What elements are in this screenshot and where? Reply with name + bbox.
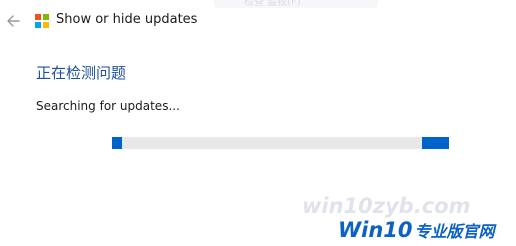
title-bar: Show or hide updates 检查 监视(F): [0, 0, 516, 44]
progress-bar: [112, 137, 449, 149]
progress-segment-right: [422, 137, 449, 149]
page-heading: 正在检测问题: [36, 64, 127, 82]
faded-toolbar-text: 检查 监视(F): [244, 0, 301, 8]
status-text: Searching for updates...: [36, 99, 180, 113]
back-button[interactable]: [6, 12, 22, 30]
watermark-brand-main: Win10: [338, 218, 413, 242]
progress-segment-left: [112, 137, 122, 149]
faded-toolbar-region: 检查 监视(F): [214, 0, 378, 8]
window-title: Show or hide updates: [56, 12, 198, 27]
watermark-brand-sub: 专业版官网: [414, 222, 495, 241]
watermark-brand: Win10 专业版官网: [338, 218, 495, 244]
microsoft-logo-icon: [35, 14, 49, 28]
back-arrow-icon: [7, 15, 20, 27]
watermark-url: win10zyb.com: [302, 194, 471, 218]
